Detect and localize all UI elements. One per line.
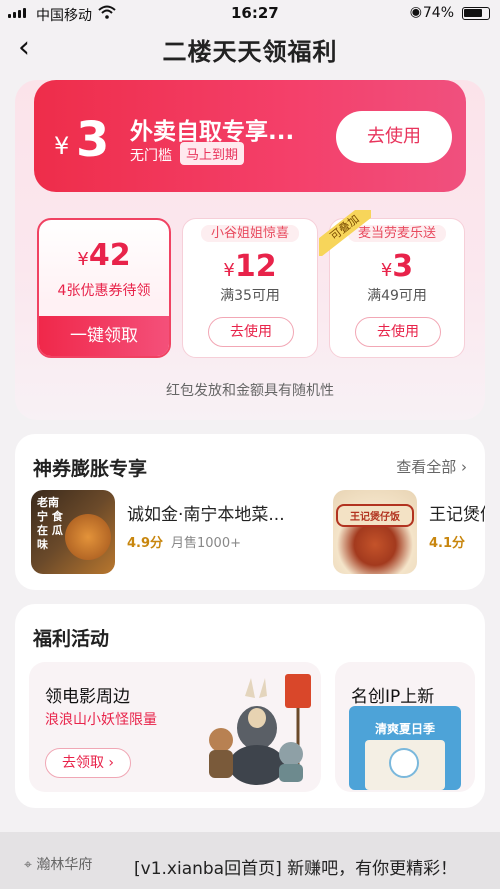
coupon-card: 小谷姐姐惊喜 ¥12 满35可用 去使用 xyxy=(182,218,318,358)
coupon-value: ¥42 xyxy=(77,238,131,273)
shop-image-text: 老南宁 食在 瓜味 xyxy=(37,496,63,551)
coupon-desc: 4张优惠券待领 xyxy=(57,283,151,299)
featured-coupon[interactable]: ¥ 3 外卖自取专享... 无门槛 马上到期 去使用 xyxy=(34,80,466,192)
monster-characters-illustration xyxy=(209,674,311,785)
use-coupon-button[interactable]: 去使用 xyxy=(208,317,294,347)
shop-rating: 4.1分 xyxy=(429,536,466,551)
signal-icon xyxy=(8,8,26,18)
coupon-header: 小谷姐姐惊喜 xyxy=(183,219,317,242)
page-title: 二楼天天领福利 xyxy=(162,38,338,66)
coupon-condition: 满35可用 xyxy=(220,288,280,304)
shop-rating: 4.9分 xyxy=(127,536,164,551)
activity-subtitle: 浪浪山小妖怪限量 xyxy=(45,712,157,728)
coupon-condition: 无门槛 xyxy=(130,148,172,164)
coupon-amount: 3 xyxy=(76,112,110,168)
activity-poster: 清爽夏日季 xyxy=(349,706,461,790)
activity-title: 领电影周边 xyxy=(45,687,130,707)
currency-symbol: ¥ xyxy=(54,132,70,160)
coupon-value: ¥12 xyxy=(223,249,277,284)
stackable-badge: 可叠加 xyxy=(319,210,371,256)
section-title: 福利活动 xyxy=(33,628,110,650)
rotation-lock-icon: ◉ xyxy=(409,4,422,20)
poster-title: 清爽夏日季 xyxy=(374,722,435,736)
shop-card[interactable]: 王记煲仔饭 王记煲仔 4.1分 xyxy=(333,490,485,580)
coupon-bundle-card[interactable]: ¥42 4张优惠券待领 一键领取 xyxy=(37,218,171,358)
nav-bar: ‹ 二楼天天领福利 xyxy=(0,26,500,70)
expiry-badge: 马上到期 xyxy=(180,142,245,165)
battery-percent: 74% xyxy=(422,5,454,21)
shop-name: 诚如金·南宁本地菜... xyxy=(127,505,285,525)
activities-section: 福利活动 领电影周边 浪浪山小妖怪限量 去领取 › 名创IP上新 清爽夏日季 xyxy=(15,604,485,808)
section-title: 神券膨胀专享 xyxy=(33,458,148,480)
status-bar: 中国移动 16:27 ◉ 74% xyxy=(0,0,500,26)
battery-icon xyxy=(462,7,490,20)
activity-card-miniso[interactable]: 名创IP上新 清爽夏日季 xyxy=(335,662,475,792)
use-coupon-button[interactable]: 去使用 xyxy=(355,317,441,347)
shop-name: 王记煲仔 xyxy=(429,505,485,525)
claim-all-button[interactable]: 一键领取 xyxy=(39,316,169,356)
shop-monthly-sales: 月售1000+ xyxy=(171,536,241,551)
activity-card-movie[interactable]: 领电影周边 浪浪山小妖怪限量 去领取 › xyxy=(29,662,321,792)
activity-title: 名创IP上新 xyxy=(351,687,435,707)
use-coupon-button[interactable]: 去使用 xyxy=(336,111,452,163)
wifi-icon xyxy=(98,5,116,23)
shop-image: 王记煲仔饭 xyxy=(333,490,417,574)
boost-coupon-section: 神券膨胀专享 查看全部 › 老南宁 食在 瓜味 诚如金·南宁本地菜... 4.9… xyxy=(15,434,485,590)
shop-card[interactable]: 老南宁 食在 瓜味 诚如金·南宁本地菜... 4.9分 月售1000+ xyxy=(31,490,331,580)
coupon-name: 外卖自取专享... xyxy=(130,119,295,145)
coupon-condition: 满49可用 xyxy=(367,288,427,304)
bottom-bar: ⌖ 瀚林华府 [v1.xianba回首页] 新赚吧，有你更精彩！ xyxy=(0,832,500,889)
shop-image: 老南宁 食在 瓜味 xyxy=(31,490,115,574)
shop-image-text: 王记煲仔饭 xyxy=(336,504,414,527)
disclaimer-text: 红包发放和金额具有随机性 xyxy=(166,383,334,399)
view-all-link[interactable]: 查看全部 › xyxy=(396,456,467,477)
clock: 16:27 xyxy=(231,4,279,22)
carrier-label: 中国移动 xyxy=(36,8,92,24)
home-banner-text[interactable]: [v1.xianba回首页] 新赚吧，有你更精彩！ xyxy=(134,854,457,879)
location-label[interactable]: ⌖ 瀚林华府 xyxy=(24,854,92,874)
claim-button[interactable]: 去领取 › xyxy=(45,748,131,778)
